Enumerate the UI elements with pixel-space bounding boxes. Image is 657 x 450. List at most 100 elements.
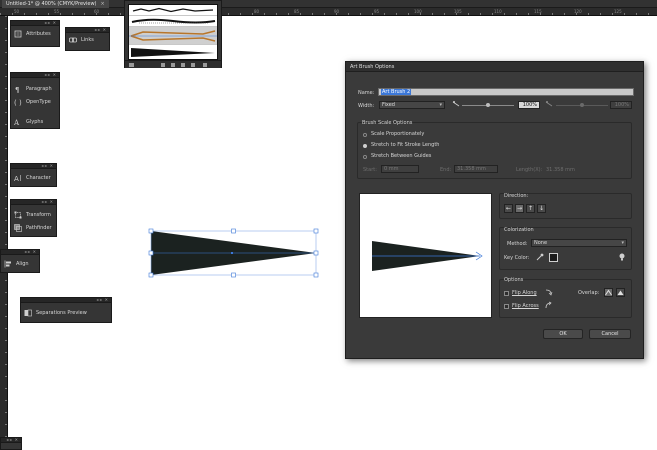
width-slider-knob[interactable] bbox=[486, 103, 490, 107]
stretch-between-guides-radio[interactable] bbox=[363, 155, 367, 159]
document-tab[interactable]: Untitled-1* @ 400% (CMYK/Preview) × bbox=[2, 0, 109, 8]
stretch-to-fit-label: Stretch to Fit Stroke Length bbox=[371, 142, 440, 148]
width-slider-right-icon bbox=[545, 100, 553, 108]
selected-artwork[interactable] bbox=[140, 221, 330, 286]
colorization-group bbox=[499, 227, 632, 270]
ruler-mark-label: 110 bbox=[494, 9, 502, 14]
key-color-label: Key Color: bbox=[504, 255, 530, 261]
name-input[interactable]: Art Brush 2 bbox=[378, 88, 634, 96]
pathfinder-panel-item[interactable]: Pathfinder bbox=[14, 223, 52, 233]
flip-across-checkbox[interactable] bbox=[504, 304, 509, 309]
width-percent-field[interactable]: 100% bbox=[518, 101, 540, 109]
panel-controls[interactable]: ◂◂ ✕ bbox=[96, 297, 109, 302]
brush-row-selected[interactable] bbox=[129, 27, 217, 45]
paragraph-label: Paragraph bbox=[26, 86, 52, 92]
name-label: Name: bbox=[358, 90, 375, 96]
brush-row[interactable] bbox=[129, 16, 217, 27]
ok-button[interactable]: OK bbox=[543, 329, 583, 339]
width-select-value: Fixed bbox=[382, 102, 395, 108]
center-point bbox=[231, 252, 233, 254]
direction-up-button[interactable]: ↑ bbox=[526, 204, 535, 213]
cancel-button[interactable]: Cancel bbox=[589, 329, 631, 339]
eyedropper-icon[interactable] bbox=[536, 253, 544, 261]
brushes-panel bbox=[124, 0, 222, 68]
stretch-between-guides-label: Stretch Between Guides bbox=[371, 153, 432, 159]
align-panel-item[interactable]: Align bbox=[4, 259, 29, 269]
ruler-mark-label: 80 bbox=[254, 9, 260, 14]
width-select[interactable]: Fixed ▾ bbox=[379, 101, 445, 109]
key-color-swatch[interactable] bbox=[549, 253, 558, 262]
transform-label: Transform bbox=[26, 212, 51, 218]
type-panels-group: ◂◂ ✕ ¶ Paragraph ( ) OpenType A Glyphs bbox=[10, 72, 60, 129]
chevron-down-icon: ▾ bbox=[439, 102, 442, 108]
pathfinder-label: Pathfinder bbox=[26, 225, 52, 231]
opentype-panel-item[interactable]: ( ) OpenType bbox=[14, 97, 51, 107]
direction-down-button[interactable]: ↓ bbox=[537, 204, 546, 213]
brush-scale-options-title: Brush Scale Options bbox=[362, 120, 413, 126]
ruler-mark-label: 90 bbox=[334, 9, 340, 14]
ruler-mark-label: 60 bbox=[94, 9, 100, 14]
length-label: Length(X): bbox=[516, 167, 543, 173]
panel-controls[interactable]: ◂◂ ✕ bbox=[41, 163, 54, 168]
glyphs-panel-item[interactable]: A Glyphs bbox=[13, 117, 44, 127]
flip-across-icon bbox=[544, 301, 553, 310]
flip-along-icon bbox=[544, 288, 553, 297]
name-input-value: Art Brush 2 bbox=[381, 89, 412, 95]
align-label: Align bbox=[16, 261, 29, 267]
stretch-to-fit-radio[interactable] bbox=[363, 144, 367, 148]
direction-right-button[interactable]: → bbox=[515, 204, 524, 213]
width-slider[interactable] bbox=[462, 103, 514, 107]
colorization-title: Colorization bbox=[504, 227, 534, 233]
character-panel-item[interactable]: A Character bbox=[14, 173, 51, 183]
ruler-mark-label: 105 bbox=[454, 9, 462, 14]
scale-proportionately-label: Scale Proportionately bbox=[371, 131, 425, 137]
panel-controls[interactable]: ◂◂ ✕ bbox=[94, 27, 107, 32]
flip-along-label: Flip Along bbox=[512, 290, 537, 296]
svg-text:A: A bbox=[14, 119, 20, 126]
glyphs-label: Glyphs bbox=[26, 119, 44, 125]
brush-row[interactable] bbox=[129, 5, 217, 16]
flip-along-checkbox[interactable] bbox=[504, 291, 509, 296]
attributes-panel: ◂◂ ✕ Attributes bbox=[10, 20, 60, 47]
character-panel: ◂◂ ✕ A Character bbox=[10, 163, 57, 187]
panel-controls[interactable]: ◂◂ ✕ bbox=[24, 249, 37, 254]
separations-panel-item[interactable]: Separations Preview bbox=[24, 308, 87, 318]
opentype-icon: ( ) bbox=[14, 98, 22, 107]
direction-left-button[interactable]: ← bbox=[504, 204, 513, 213]
document-tab-title: Untitled-1* @ 400% (CMYK/Preview) bbox=[6, 1, 97, 7]
ruler-mark-label: 55 bbox=[54, 9, 60, 14]
transform-panel-item[interactable]: Transform bbox=[14, 210, 51, 220]
svg-text:( ): ( ) bbox=[14, 99, 22, 106]
attributes-panel-item[interactable]: Attributes bbox=[14, 29, 51, 39]
ruler-mark-label: 85 bbox=[294, 9, 300, 14]
panel-controls[interactable]: ◂◂ ✕ bbox=[44, 20, 57, 25]
width-max-slider bbox=[556, 103, 608, 107]
brush-row[interactable] bbox=[129, 45, 217, 60]
width-slider-left-icon bbox=[452, 100, 460, 108]
panel-controls[interactable]: ◂◂ ✕ bbox=[44, 72, 57, 77]
start-label: Start: bbox=[363, 167, 377, 173]
links-panel-item[interactable]: Links bbox=[69, 35, 94, 45]
svg-text:A: A bbox=[14, 175, 19, 182]
dialog-title: Art Brush Options bbox=[346, 62, 643, 72]
chevron-down-icon: ▾ bbox=[621, 240, 624, 246]
flip-across-label: Flip Across bbox=[512, 303, 539, 309]
svg-text:¶: ¶ bbox=[15, 86, 19, 93]
brush-list[interactable] bbox=[128, 4, 218, 60]
direction-title: Direction: bbox=[504, 193, 529, 199]
transform-pathfinder-panel: ◂◂ ✕ Transform Pathfinder bbox=[10, 199, 57, 237]
close-icon[interactable]: × bbox=[101, 1, 105, 7]
scale-proportionately-radio[interactable] bbox=[363, 133, 367, 137]
align-panel: ◂◂ ✕ Align bbox=[0, 249, 40, 273]
overlap-none-button[interactable] bbox=[616, 288, 625, 297]
panel-controls[interactable]: ◂◂ ✕ bbox=[6, 437, 19, 442]
panel-controls[interactable]: ◂◂ ✕ bbox=[41, 199, 54, 204]
attributes-label: Attributes bbox=[26, 31, 51, 37]
paragraph-panel-item[interactable]: ¶ Paragraph bbox=[14, 84, 52, 94]
method-label: Method: bbox=[507, 241, 528, 247]
lightbulb-icon[interactable] bbox=[618, 253, 626, 261]
overlap-adjust-button[interactable] bbox=[604, 288, 613, 297]
collapsed-panel-stub: ◂◂ ✕ bbox=[0, 437, 22, 450]
attributes-icon bbox=[14, 30, 22, 38]
method-select[interactable]: None ▾ bbox=[531, 239, 627, 247]
